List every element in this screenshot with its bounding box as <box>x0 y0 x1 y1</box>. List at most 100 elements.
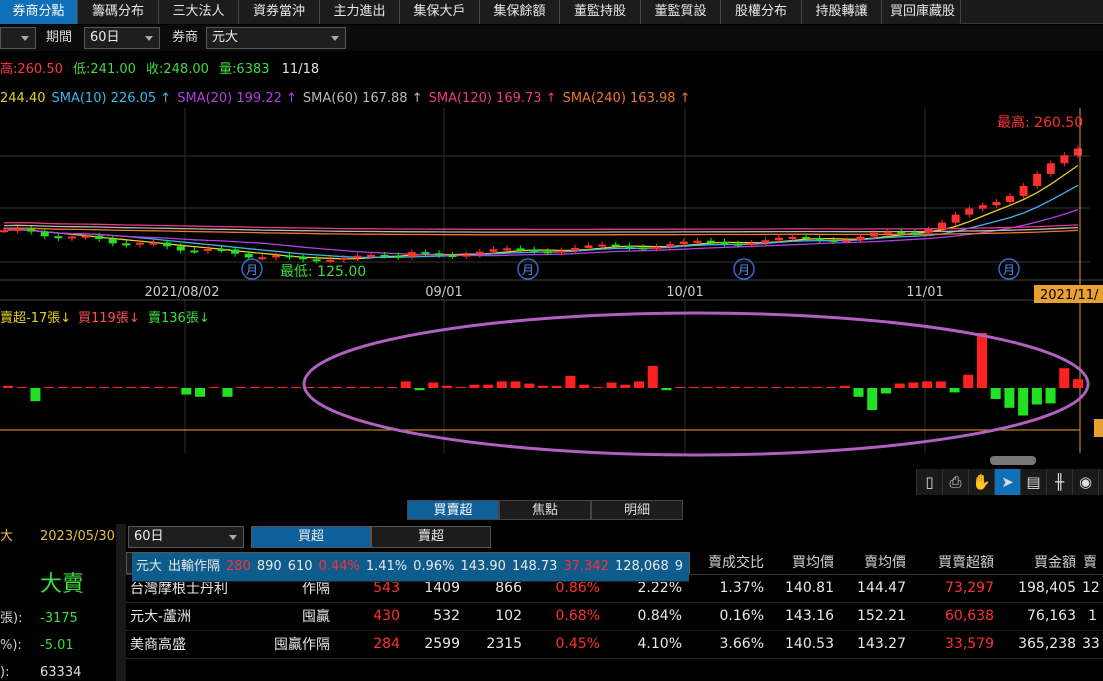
quote-close: 收:248.00 <box>146 62 209 77</box>
tab-2[interactable]: 籌碼分布 <box>78 0 159 24</box>
period-select[interactable]: 60日 <box>84 27 160 49</box>
buy-over-button[interactable]: 買超 <box>251 526 371 548</box>
tab-1[interactable]: 券商分點 <box>0 0 78 24</box>
candle-body <box>870 232 879 237</box>
candle-icon[interactable]: ╫ <box>1046 469 1072 495</box>
candle-body <box>380 254 389 257</box>
page-icon[interactable]: ▯ <box>916 469 942 495</box>
table-cell: 囤贏作隔 <box>256 630 336 659</box>
column-header[interactable]: 賣均價 <box>840 550 912 575</box>
print-icon[interactable]: ⎙ <box>942 469 968 495</box>
tab-12[interactable]: 買回庫藏股 <box>882 0 961 24</box>
table-row[interactable]: 元大 出輸作隔 280 890 610 0.44% 1.41% 0.96% 143.90 148.… <box>126 552 690 582</box>
column-header[interactable]: 賣 <box>1082 550 1103 575</box>
candle-body <box>231 249 240 254</box>
netbuy-bar <box>30 388 41 402</box>
table-cell: 元大 <box>132 553 169 582</box>
candle-body <box>734 243 743 246</box>
candle-body <box>842 240 851 243</box>
summary-panel: 大 2023/05/30 大賣 張): -3175 %): -5.01 ): 6… <box>0 520 124 681</box>
summary-broker: 大 <box>0 529 14 544</box>
eye-icon[interactable]: ◉ <box>1072 469 1098 495</box>
tab-4[interactable]: 資券當沖 <box>239 0 320 24</box>
book-icon[interactable]: ▤ <box>1020 469 1046 495</box>
netbuy-bar <box>126 386 137 388</box>
table-cell: 76,163 <box>1000 602 1082 631</box>
candle-body <box>13 229 22 232</box>
candle-body <box>326 259 335 262</box>
netbuy-bar <box>634 381 645 388</box>
netbuy-bar <box>675 386 686 388</box>
summary-action: 大賣 <box>40 572 85 597</box>
candle-body <box>176 246 185 251</box>
candle-body <box>149 242 158 245</box>
netbuy-bar <box>3 385 13 388</box>
netbuy-bar <box>592 386 603 388</box>
tab-8[interactable]: 董監持股 <box>560 0 641 24</box>
more-icon[interactable]: ▮ <box>1098 469 1103 495</box>
candle-body <box>258 257 267 260</box>
table-cell: 0.44% <box>318 553 366 582</box>
candle-body <box>706 240 715 243</box>
cursor-date-label: 2021/11/ <box>1040 288 1099 303</box>
summary-value: -5.01 <box>40 638 74 653</box>
sma-item: SMA(240) 163.98 ↑ <box>562 91 691 106</box>
tab-10[interactable]: 股權分布 <box>721 0 802 24</box>
netbuy-bar <box>935 381 946 388</box>
table-cell: 140.81 <box>770 574 840 603</box>
table-cell: 4.10% <box>606 630 688 659</box>
candle-body <box>0 230 8 233</box>
table-cell: 0.84% <box>606 602 688 631</box>
table-cell: 152.21 <box>840 602 912 631</box>
tab-5[interactable]: 主力進出 <box>320 0 400 24</box>
sma-legend: 244.40 SMA(10) 226.05 ↑ SMA(20) 199.22 ↑ SM… <box>0 89 697 109</box>
netbuy-bar <box>1073 379 1083 388</box>
netbuy-legend: 賣136張↓ <box>148 311 210 326</box>
candle-body <box>135 242 144 245</box>
chevron-down-icon <box>331 36 339 41</box>
table-row[interactable]: 元大-蘆洲 囤贏 430 532 102 0.68% 0.84% 0.16% 143.16 152… <box>126 602 1103 631</box>
tab-3[interactable]: 三大法人 <box>159 0 239 24</box>
netbuy-bar <box>826 386 837 388</box>
summary-label: ): <box>0 665 10 680</box>
table-row[interactable]: 美商高盛 囤贏作隔 284 2599 2315 0.45% 4.10% 3.66% 140.53… <box>126 630 1103 659</box>
column-header[interactable]: 買金額 <box>1000 550 1082 575</box>
quote-volume: 量:6383 <box>219 62 270 77</box>
tab-9[interactable]: 董監質設 <box>641 0 721 24</box>
sell-over-button[interactable]: 賣超 <box>371 526 491 548</box>
netbuy-bar <box>812 386 823 388</box>
bottom-tab-1[interactable]: 買賣超 <box>407 500 499 520</box>
candle-body <box>462 254 471 257</box>
hand-icon[interactable]: ✋ <box>968 469 994 495</box>
broker-select[interactable]: 元大 <box>206 27 346 49</box>
price-chart[interactable]: 最高: 260.50 最低: 125.00 月 月 月 月 2021/08/02 09/01 1… <box>0 108 1103 470</box>
tab-11[interactable]: 持股轉讓 <box>802 0 882 24</box>
candle-body <box>299 256 308 260</box>
chart-scrollbar <box>990 456 1036 465</box>
bottom-tab-3[interactable]: 明細 <box>591 500 683 520</box>
netbuy-bar <box>263 386 274 388</box>
candle-body <box>951 214 960 223</box>
table-cell: 1.37% <box>688 574 770 603</box>
table-cell: 9 <box>674 553 689 582</box>
pointer-icon[interactable]: ➤ <box>994 469 1020 495</box>
summary-scrollbar[interactable] <box>116 524 126 681</box>
max-price-label: 最高: 260.50 <box>997 114 1083 131</box>
bottom-tab-2[interactable]: 焦點 <box>499 500 591 520</box>
candle-body <box>924 229 933 233</box>
netbuy-bar <box>345 386 356 388</box>
column-header[interactable]: 買賣超額 <box>912 550 1000 575</box>
table-cell: 出輸作隔 <box>168 553 227 582</box>
x-axis-label: 10/01 <box>666 285 703 300</box>
column-header[interactable]: 賣成交比 <box>688 550 770 575</box>
candle-body <box>67 236 76 239</box>
tab-7[interactable]: 集保餘額 <box>480 0 560 24</box>
candle-body <box>244 253 253 258</box>
tab-6[interactable]: 集保大戶 <box>400 0 480 24</box>
netbuy-bar <box>880 388 891 394</box>
netbuy-bar <box>620 384 631 388</box>
candle-body <box>190 250 199 253</box>
market-select[interactable] <box>0 27 36 49</box>
table-period-select[interactable]: 60日 <box>128 526 244 548</box>
column-header[interactable]: 買均價 <box>770 550 840 575</box>
